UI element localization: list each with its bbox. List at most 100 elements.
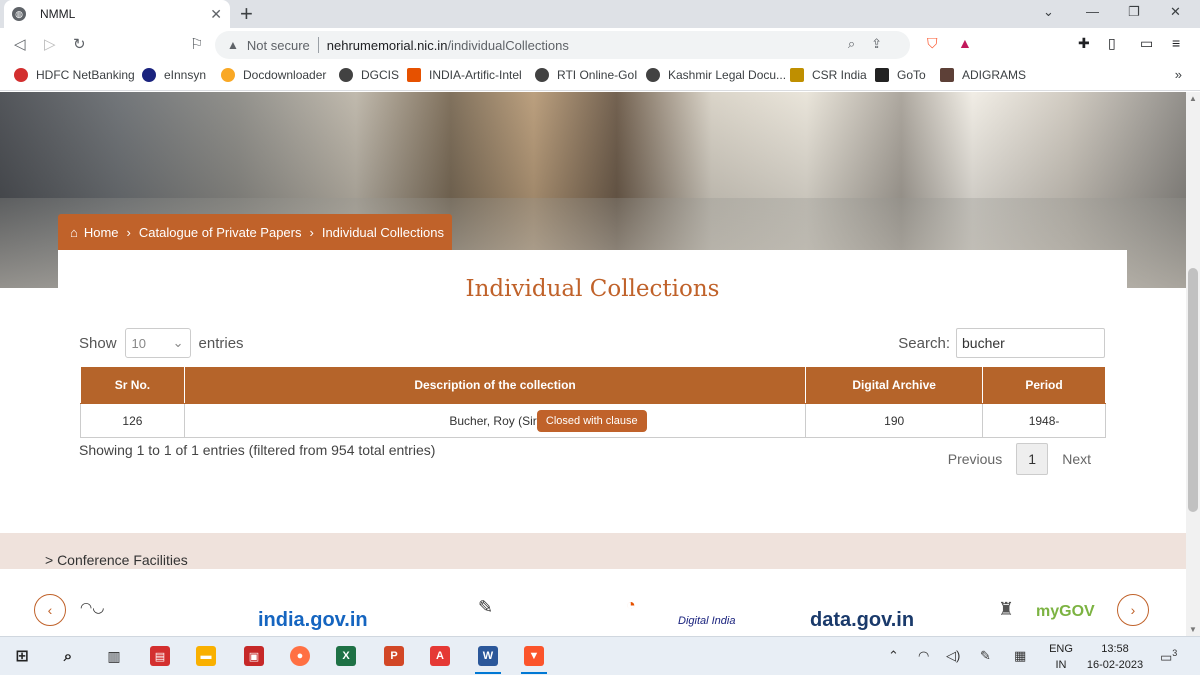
column-header-digital-archive[interactable]: Digital Archive [805,366,984,404]
menu-icon[interactable]: ≡ [1172,35,1180,51]
back-icon[interactable]: ◁ [14,35,26,53]
bookmark-item[interactable]: CSR India [790,68,867,82]
language-indicator[interactable]: ENG IN [1046,641,1076,673]
extensions-icon[interactable]: ✚ [1078,35,1090,52]
tab-strip: ◍ NMML ✕ + ⌄ — ❐ ✕ [0,0,1200,28]
cell-description[interactable]: Bucher, Roy (Sir) Closed with clause [183,403,807,438]
data-gov-logo[interactable]: data.gov.in [810,609,914,632]
collections-table: Sr No. Description of the collection Dig… [80,366,1106,438]
brave-active-indicator [521,672,547,674]
reader-app-icon[interactable]: ▤ [150,646,170,666]
column-header-period[interactable]: Period [982,366,1106,404]
bookmark-item[interactable]: Kashmir Legal Docu... [646,68,786,82]
browser-tab[interactable]: ◍ NMML ✕ [4,0,230,28]
scroll-down-icon[interactable]: ▼ [1189,625,1197,634]
conference-facilities-link[interactable]: > Conference Facilities [45,552,188,568]
brave-browser-icon[interactable]: ▼ [524,646,544,666]
reload-icon[interactable]: ↻ [73,35,86,53]
show-hidden-icons-icon[interactable]: ⌃ [888,648,899,664]
pdf-tool-icon[interactable]: ▣ [244,646,264,666]
file-explorer-icon[interactable]: ▬ [196,646,216,666]
firefox-icon[interactable]: ● [290,646,310,666]
page-scrollbar[interactable]: ▲ ▼ [1186,92,1200,636]
minimize-button[interactable]: — [1086,4,1099,19]
mygov-logo[interactable]: myGOV [1036,603,1095,621]
search-input[interactable]: bucher [956,328,1105,358]
carousel-next-icon[interactable]: › [1117,594,1149,626]
column-header-sr-no[interactable]: Sr No. [80,366,185,404]
more-bookmarks-button[interactable]: » [1175,67,1182,82]
breadcrumb: ⌂ Home › Catalogue of Private Papers › I… [58,214,452,250]
new-tab-button[interactable]: + [240,2,253,26]
wallet-icon[interactable]: ▭ [1140,35,1153,52]
task-view-icon[interactable]: ▥ [104,646,124,666]
bookmark-label: RTI Online-GoI [557,68,638,82]
keyboard-icon[interactable]: ▦ [1014,648,1026,664]
cell-sr-no: 126 [80,403,185,438]
excel-icon[interactable]: X [336,646,356,666]
brave-shield-icon[interactable]: ⛉ [927,35,938,52]
system-clock[interactable]: 13:58 16-02-2023 [1082,641,1148,673]
sidebar-icon[interactable]: ▯ [1108,35,1116,52]
not-secure-label[interactable]: Not secure [247,38,310,53]
description-text[interactable]: Bucher, Roy (Sir) [449,414,540,428]
bookmark-item[interactable]: INDIA-Artific-Intel [407,68,522,82]
column-header-description[interactable]: Description of the collection [183,366,807,404]
word-icon[interactable]: W [478,646,498,666]
notification-icon[interactable]: ▭3 [1160,648,1177,665]
cell-digital-archive: 190 [805,403,984,438]
windows-start-icon[interactable]: ⊞ [12,646,32,666]
powerpoint-icon[interactable]: P [384,646,404,666]
forward-icon[interactable]: ▷ [44,35,56,53]
table-header-row: Sr No. Description of the collection Dig… [80,366,1106,404]
carousel-prev-icon[interactable]: ‹ [34,594,66,626]
home-icon[interactable]: ⌂ [70,225,78,240]
warning-icon[interactable]: ▲ [227,38,239,52]
bookmark-item[interactable]: Docdownloader [221,68,326,82]
clock-date: 16-02-2023 [1086,659,1144,671]
scroll-up-icon[interactable]: ▲ [1189,94,1197,103]
address-bar[interactable]: ▲ Not secure nehrumemorial.nic.in/indivi… [215,31,910,59]
election-logo-icon[interactable]: ✎ [478,597,493,618]
swachh-bharat-logo[interactable]: ◠◡ [80,599,104,616]
restore-button[interactable]: ❐ [1128,4,1140,20]
zoom-share-icons[interactable]: ⌕⇪ [848,36,898,52]
brave-rewards-icon[interactable]: ▲ [958,35,972,51]
bookmark-favicon-icon [535,68,549,82]
scroll-thumb[interactable] [1188,268,1198,512]
breadcrumb-catalogue[interactable]: Catalogue of Private Papers [139,225,302,240]
page-title: Individual Collections [465,276,720,302]
page-number-button[interactable]: 1 [1016,443,1049,475]
wifi-icon[interactable]: ◠ [918,648,929,664]
search-icon[interactable]: ⌕ [58,646,78,666]
volume-icon[interactable]: ◁) [946,648,960,664]
bookmark-item[interactable]: DGCIS [339,68,399,82]
close-tab-icon[interactable]: ✕ [210,6,222,23]
bookmark-icon[interactable]: ⚐ [190,35,203,53]
bookmark-label: Docdownloader [243,68,327,82]
india-gov-logo[interactable]: india.gov.in [258,609,368,632]
bookmark-item[interactable]: ADIGRAMS [940,68,1026,82]
table-row: 126 Bucher, Roy (Sir) Closed with clause… [80,403,1106,438]
bookmark-item[interactable]: GoTo [875,68,926,82]
bookmark-item[interactable]: eInnsyn [142,68,206,82]
previous-page-button[interactable]: Previous [934,451,1016,467]
status-tooltip: Closed with clause [536,410,647,432]
breadcrumb-home[interactable]: Home [84,225,119,240]
page-viewport: ⌂ Home › Catalogue of Private Papers › I… [0,92,1186,636]
tab-search-icon[interactable]: ⌄ [1043,4,1054,20]
entries-per-page-select[interactable]: 10 ⌄ [124,328,191,358]
bookmark-item[interactable]: RTI Online-GoI [535,68,637,82]
digital-india-logo[interactable]: Digital India [678,615,735,627]
table-info: Showing 1 to 1 of 1 entries (filtered fr… [79,442,436,458]
windows-taskbar: ⊞ ⌕ ▥ ▤ ▬ ▣ ● X P A W ▼ ⌃ ◠ ◁) ✎ ▦ ENG I… [0,636,1200,675]
pen-icon[interactable]: ✎ [980,648,991,664]
entries-label: entries [198,334,244,352]
globe-icon: ◍ [12,7,26,21]
close-window-button[interactable]: ✕ [1170,4,1181,20]
bookmark-item[interactable]: HDFC NetBanking [14,68,135,82]
bookmark-favicon-icon [790,68,804,82]
acrobat-icon[interactable]: A [430,646,450,666]
breadcrumb-current: Individual Collections [321,224,444,240]
next-page-button[interactable]: Next [1048,451,1105,467]
